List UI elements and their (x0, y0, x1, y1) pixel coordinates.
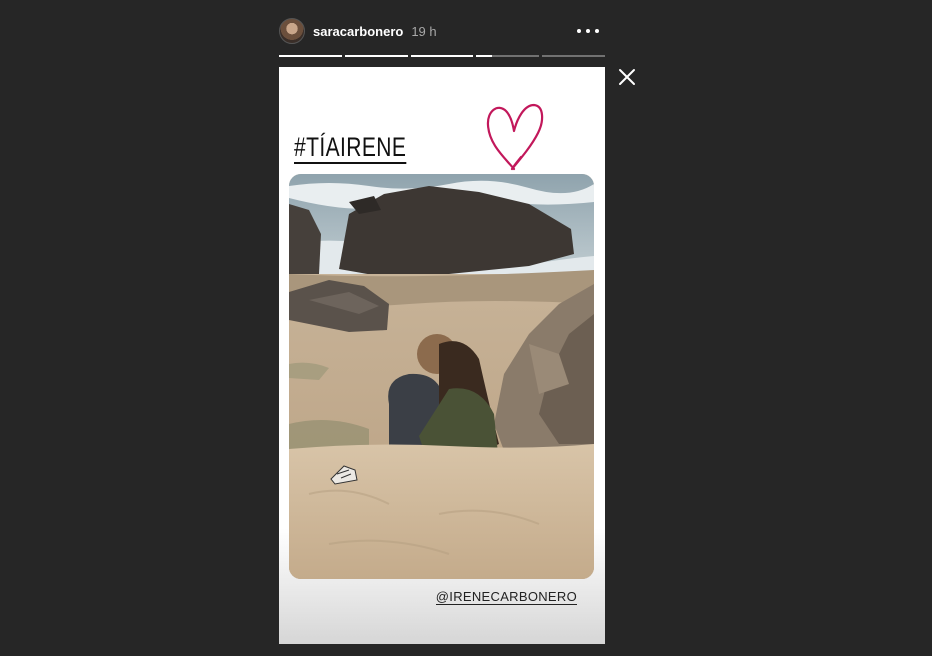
story-content[interactable]: #TÍAIRENE @IRENECARBONERO (279, 67, 605, 644)
more-options-icon[interactable] (577, 23, 599, 39)
progress-segment (542, 55, 605, 57)
avatar[interactable] (279, 18, 305, 44)
hashtag-sticker: #TÍAIRENE (294, 132, 407, 164)
progress-segment (279, 55, 342, 57)
progress-segment (344, 55, 408, 57)
close-icon[interactable] (617, 67, 637, 87)
story-photo (289, 174, 594, 579)
mention-sticker[interactable]: @IRENECARBONERO (435, 589, 577, 605)
story-header: saracarbonero 19 h (279, 14, 605, 48)
progress-fill (410, 55, 474, 57)
progress-segment (410, 55, 474, 57)
progress-segment (476, 55, 540, 57)
progress-fill (344, 55, 408, 57)
story-progress-bar (279, 55, 605, 57)
timestamp: 19 h (411, 23, 437, 39)
progress-fill (279, 55, 342, 57)
username[interactable]: saracarbonero (313, 24, 403, 39)
progress-fill (476, 55, 493, 57)
heart-doodle-icon (486, 103, 544, 171)
